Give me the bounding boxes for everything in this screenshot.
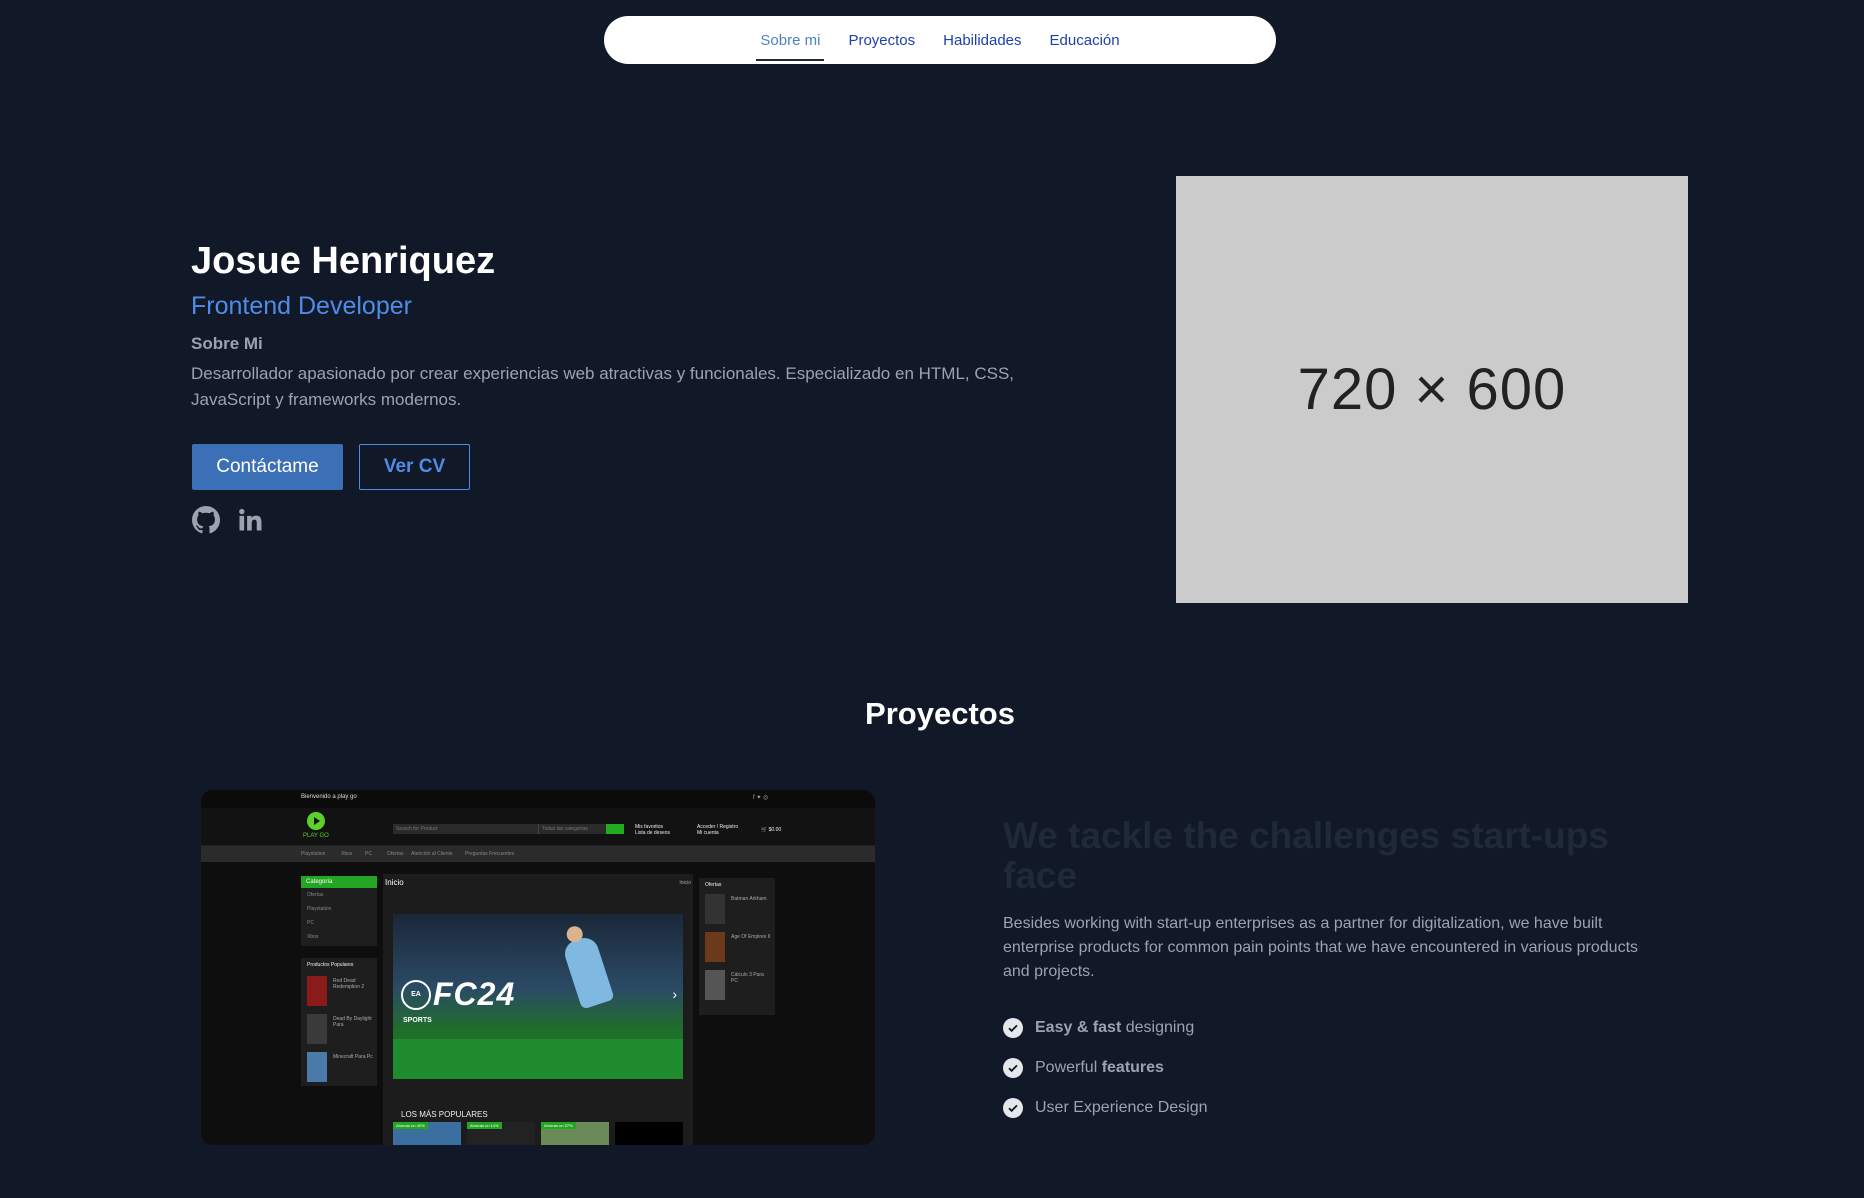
store-topbar: Bienvenido a play go f ✦ ◎ <box>201 790 875 808</box>
store-search: Search for Product <box>393 824 538 834</box>
nav-educacion[interactable]: Educación <box>1046 20 1124 61</box>
check-icon <box>1003 1098 1023 1118</box>
nav-habilidades[interactable]: Habilidades <box>939 20 1025 61</box>
store-category-list: Ofertas Playstation PC Xbox <box>301 888 377 946</box>
store-header: PLAY GO Search for Product Todas las cat… <box>201 808 875 846</box>
nav-sobre-mi[interactable]: Sobre mi <box>756 20 825 61</box>
store-category-select: Todas las categorías <box>538 824 606 834</box>
store-social-icons: f ✦ ◎ <box>753 795 769 801</box>
hero-name: Josue Henriquez <box>191 240 496 282</box>
check-icon <box>1003 1018 1023 1038</box>
store-search-button <box>606 824 624 834</box>
feature-item: Powerful features <box>1003 1058 1164 1078</box>
linkedin-icon[interactable] <box>236 506 264 534</box>
store-cart: 🛒 $0.00 <box>761 827 782 833</box>
feature-title: We tackle the challenges start-ups face <box>1003 815 1609 896</box>
check-icon <box>1003 1058 1023 1078</box>
store-main: Inicio Inicio EA SPORTS FC24 › LOS MÁS P… <box>383 874 693 1145</box>
store-category-header: Categoría <box>301 876 377 888</box>
feature-text: Besides working with start-up enterprise… <box>1003 915 1639 980</box>
store-logo-icon <box>307 812 325 830</box>
github-icon[interactable] <box>192 506 220 534</box>
hero-image-placeholder: 720 × 600 <box>1176 176 1688 603</box>
store-account: Acceder / Registro Mi cuenta <box>697 824 739 836</box>
top-nav: Sobre mi Proyectos Habilidades Educación <box>604 16 1276 64</box>
store-logo-text: PLAY GO <box>303 833 329 839</box>
feature-item: Easy & fast designing <box>1003 1018 1194 1038</box>
store-wishlist: Mis favoritos Lista de deseos <box>635 824 671 836</box>
about-title: Sobre Mi <box>191 334 263 353</box>
store-popular-products: Productos Populares Red Dead Redemption … <box>301 958 377 1086</box>
store-banner: EA SPORTS FC24 › <box>393 914 683 1079</box>
about-text: Desarrollador apasionado por crear exper… <box>191 364 1015 409</box>
hero-role: Frontend Developer <box>191 292 412 320</box>
placeholder-label: 720 × 600 <box>1297 357 1567 422</box>
feature-item: User Experience Design <box>1003 1098 1208 1118</box>
view-cv-button[interactable]: Ver CV <box>359 444 470 490</box>
contact-button[interactable]: Contáctame <box>192 444 343 490</box>
store-menu: Playstation Xbox PC Ofertas Atención al … <box>201 846 875 862</box>
nav-proyectos[interactable]: Proyectos <box>844 20 919 61</box>
store-offers: Ofertas Batman Arkham Age Of Empires II … <box>699 878 775 1015</box>
projects-title: Proyectos <box>865 696 1015 731</box>
chevron-right-icon: › <box>672 986 677 1002</box>
project-screenshot[interactable]: Bienvenido a play go f ✦ ◎ PLAY GO Searc… <box>201 790 875 1145</box>
store-welcome: Bienvenido a play go <box>301 794 357 800</box>
